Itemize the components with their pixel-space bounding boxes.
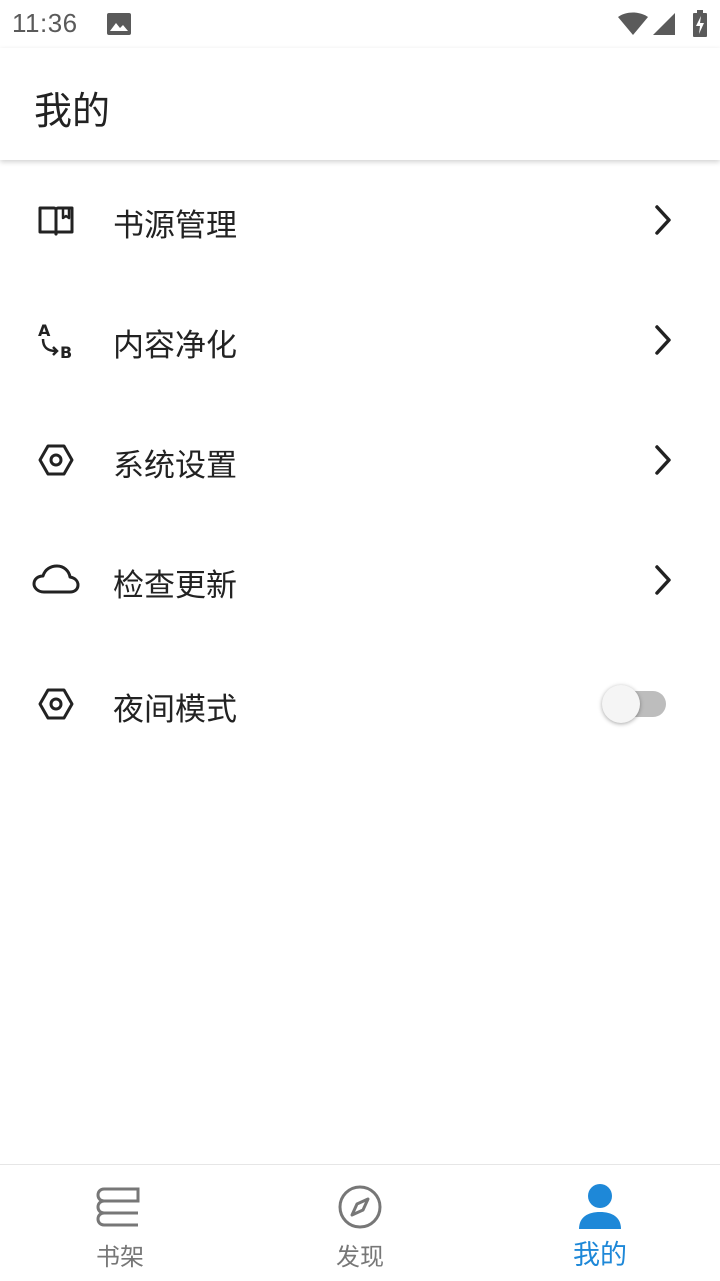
book-icon: [32, 196, 80, 244]
chevron-right-icon: [650, 202, 678, 238]
svg-text:A: A: [38, 321, 51, 340]
nav-label: 发现: [336, 1243, 384, 1271]
wifi-icon: [617, 12, 649, 40]
menu-item-check-update[interactable]: 检查更新: [0, 520, 720, 640]
settings-icon: [32, 680, 80, 728]
menu-item-content-purify[interactable]: A B 内容净化: [0, 280, 720, 400]
battery-charging-icon: [692, 10, 708, 42]
menu-item-label: 书源管理: [113, 208, 237, 244]
svg-text:B: B: [60, 343, 72, 362]
page-title: 我的: [34, 89, 111, 133]
replace-icon: A B: [32, 316, 80, 364]
compass-icon: [336, 1183, 384, 1231]
chevron-right-icon: [650, 322, 678, 358]
status-bar: 11:36: [0, 0, 720, 48]
settings-icon: [32, 436, 80, 484]
menu-item-label: 夜间模式: [113, 692, 237, 728]
chevron-right-icon: [650, 442, 678, 478]
image-notification-icon: [106, 12, 132, 40]
nav-label: 我的: [573, 1240, 627, 1271]
night-mode-toggle[interactable]: [600, 682, 670, 726]
status-time: 11:36: [12, 8, 78, 38]
menu-item-label: 内容净化: [113, 328, 237, 364]
toggle-thumb: [602, 685, 640, 723]
menu-item-label: 检查更新: [113, 568, 237, 604]
nav-tab-discover[interactable]: 发现: [240, 1165, 480, 1281]
signal-icon: [652, 12, 676, 40]
bookshelf-icon: [96, 1183, 144, 1231]
chevron-right-icon: [650, 562, 678, 598]
menu-item-night-mode[interactable]: 夜间模式: [0, 644, 720, 764]
person-icon: [576, 1183, 624, 1231]
menu-item-system-settings[interactable]: 系统设置: [0, 400, 720, 520]
cloud-icon: [32, 556, 80, 604]
menu-item-book-source[interactable]: 书源管理: [0, 160, 720, 280]
nav-tab-bookshelf[interactable]: 书架: [0, 1165, 240, 1281]
bottom-navigation: 书架 发现 我的: [0, 1164, 720, 1281]
app-bar: 我的: [0, 48, 720, 160]
menu-item-label: 系统设置: [113, 448, 237, 484]
nav-tab-mine[interactable]: 我的: [480, 1165, 720, 1281]
nav-label: 书架: [96, 1243, 144, 1271]
